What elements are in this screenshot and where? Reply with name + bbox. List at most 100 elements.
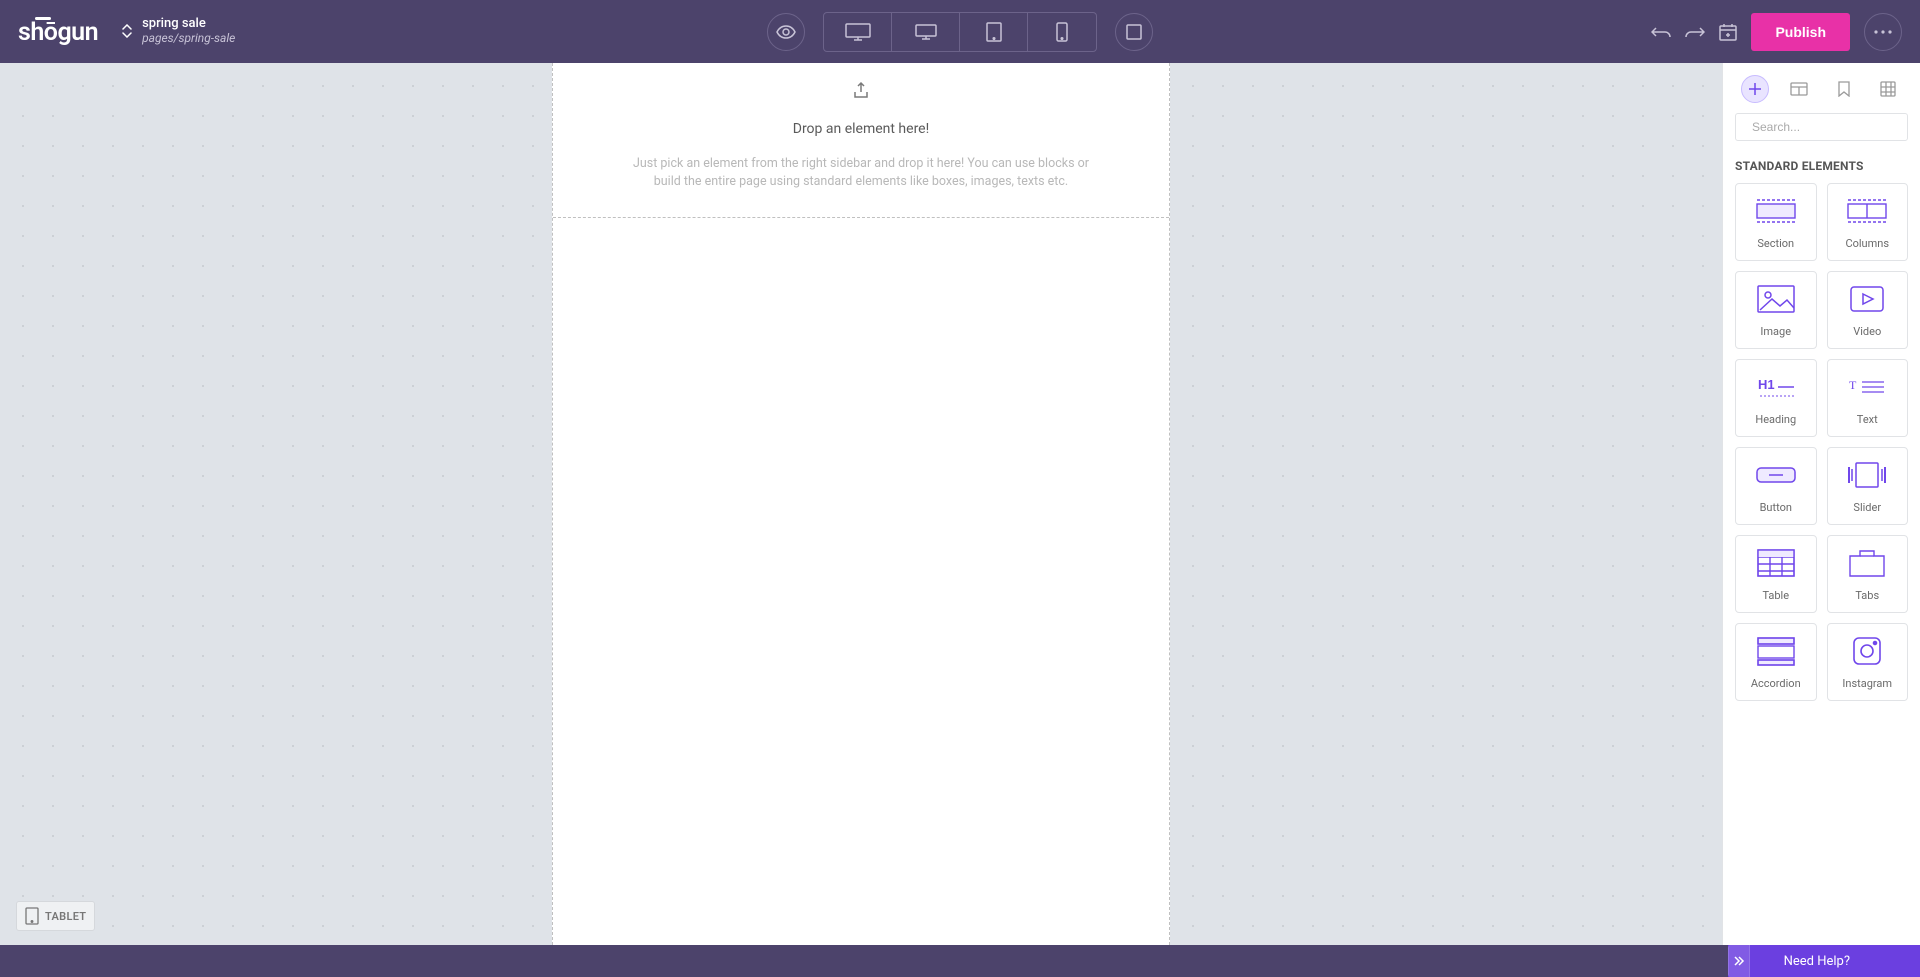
search-box[interactable] bbox=[1735, 113, 1908, 141]
viewport-badge: TABLET bbox=[16, 901, 95, 931]
chevron-down-icon bbox=[122, 32, 132, 38]
calendar-plus-icon bbox=[1719, 23, 1737, 41]
main-area: Drop an element here! Just pick an eleme… bbox=[0, 63, 1920, 945]
more-menu-button[interactable] bbox=[1864, 13, 1902, 51]
desktop-wide-icon bbox=[845, 23, 871, 41]
section-icon bbox=[1755, 195, 1797, 227]
elements-sidebar: STANDARD ELEMENTS Section bbox=[1722, 63, 1920, 945]
element-image[interactable]: Image bbox=[1735, 271, 1817, 349]
tablet-icon bbox=[986, 22, 1002, 42]
element-label: Section bbox=[1757, 237, 1794, 250]
square-icon bbox=[1126, 24, 1142, 40]
more-horizontal-icon bbox=[1874, 30, 1892, 34]
drop-icon bbox=[852, 81, 870, 99]
element-label: Video bbox=[1853, 325, 1881, 338]
layout-icon bbox=[1790, 82, 1808, 96]
element-button[interactable]: Button bbox=[1735, 447, 1817, 525]
element-label: Image bbox=[1760, 325, 1791, 338]
app-header: shōgun spring sale pages/spring-sale bbox=[0, 0, 1920, 63]
tab-data[interactable] bbox=[1874, 75, 1902, 103]
element-label: Tabs bbox=[1855, 589, 1879, 602]
element-label: Table bbox=[1762, 589, 1789, 602]
button-icon bbox=[1755, 459, 1797, 491]
sidebar-tabs bbox=[1723, 63, 1920, 113]
header-center bbox=[767, 12, 1153, 52]
schedule-button[interactable] bbox=[1719, 23, 1737, 41]
section-title: STANDARD ELEMENTS bbox=[1723, 151, 1920, 183]
canvas-area: Drop an element here! Just pick an eleme… bbox=[0, 63, 1722, 945]
chevron-up-icon bbox=[122, 24, 132, 30]
text-icon: T bbox=[1846, 371, 1888, 403]
element-label: Columns bbox=[1845, 237, 1889, 250]
dropzone[interactable]: Drop an element here! Just pick an eleme… bbox=[553, 63, 1169, 218]
viewport-badge-label: TABLET bbox=[45, 910, 86, 923]
svg-text:T: T bbox=[1849, 378, 1857, 392]
page-info: spring sale pages/spring-sale bbox=[142, 17, 235, 46]
svg-text:H1: H1 bbox=[1758, 377, 1775, 392]
help-label: Need Help? bbox=[1750, 954, 1920, 969]
viewport-group bbox=[823, 12, 1097, 52]
search-input[interactable] bbox=[1750, 119, 1909, 135]
app-footer: Need Help? bbox=[0, 945, 1920, 977]
page-title: spring sale bbox=[142, 17, 235, 32]
header-right: Publish bbox=[1651, 13, 1902, 51]
bookmark-icon bbox=[1838, 81, 1850, 97]
element-table[interactable]: Table bbox=[1735, 535, 1817, 613]
viewport-desktop-wide[interactable] bbox=[824, 13, 892, 51]
page-switch-arrows[interactable] bbox=[122, 24, 132, 38]
mobile-icon bbox=[1056, 22, 1068, 42]
table-icon bbox=[1755, 547, 1797, 579]
undo-button[interactable] bbox=[1651, 26, 1671, 38]
tab-add[interactable] bbox=[1741, 75, 1769, 103]
page-switcher[interactable]: spring sale pages/spring-sale bbox=[122, 17, 235, 46]
element-section[interactable]: Section bbox=[1735, 183, 1817, 261]
redo-icon bbox=[1685, 26, 1705, 38]
element-label: Accordion bbox=[1751, 677, 1801, 690]
heading-icon: H1 bbox=[1755, 371, 1797, 403]
video-icon bbox=[1846, 283, 1888, 315]
desktop-icon bbox=[915, 24, 937, 40]
element-label: Button bbox=[1760, 501, 1792, 514]
tab-layout[interactable] bbox=[1785, 75, 1813, 103]
help-widget[interactable]: Need Help? bbox=[1728, 945, 1920, 977]
help-collapse-button[interactable] bbox=[1728, 945, 1750, 977]
instagram-icon bbox=[1846, 635, 1888, 667]
fullwidth-toggle[interactable] bbox=[1115, 13, 1153, 51]
undo-icon bbox=[1651, 26, 1671, 38]
image-icon bbox=[1755, 283, 1797, 315]
publish-button[interactable]: Publish bbox=[1751, 13, 1850, 51]
chevron-right-double-icon bbox=[1733, 956, 1745, 966]
tabs-icon bbox=[1846, 547, 1888, 579]
canvas[interactable]: Drop an element here! Just pick an eleme… bbox=[552, 63, 1170, 945]
element-text[interactable]: T Text bbox=[1827, 359, 1909, 437]
slider-icon bbox=[1846, 459, 1888, 491]
element-label: Heading bbox=[1755, 413, 1796, 426]
element-label: Slider bbox=[1853, 501, 1881, 514]
element-slider[interactable]: Slider bbox=[1827, 447, 1909, 525]
viewport-desktop[interactable] bbox=[892, 13, 960, 51]
brand-logo: shōgun bbox=[18, 16, 98, 47]
brand-text: shōgun bbox=[18, 18, 98, 47]
columns-icon bbox=[1846, 195, 1888, 227]
tablet-icon bbox=[25, 907, 39, 925]
elements-grid: Section Columns bbox=[1723, 183, 1920, 713]
dropzone-description: Just pick an element from the right side… bbox=[626, 155, 1096, 191]
element-columns[interactable]: Columns bbox=[1827, 183, 1909, 261]
page-path: pages/spring-sale bbox=[142, 32, 235, 46]
element-label: Instagram bbox=[1842, 677, 1892, 690]
viewport-mobile[interactable] bbox=[1028, 13, 1096, 51]
viewport-tablet[interactable] bbox=[960, 13, 1028, 51]
tab-saved[interactable] bbox=[1830, 75, 1858, 103]
grid-icon bbox=[1880, 81, 1896, 97]
element-tabs[interactable]: Tabs bbox=[1827, 535, 1909, 613]
element-accordion[interactable]: Accordion bbox=[1735, 623, 1817, 701]
preview-button[interactable] bbox=[767, 13, 805, 51]
element-instagram[interactable]: Instagram bbox=[1827, 623, 1909, 701]
plus-icon bbox=[1748, 82, 1762, 96]
dropzone-title: Drop an element here! bbox=[593, 121, 1129, 137]
redo-button[interactable] bbox=[1685, 26, 1705, 38]
eye-icon bbox=[776, 25, 796, 39]
element-label: Text bbox=[1857, 413, 1878, 426]
element-heading[interactable]: H1 Heading bbox=[1735, 359, 1817, 437]
element-video[interactable]: Video bbox=[1827, 271, 1909, 349]
